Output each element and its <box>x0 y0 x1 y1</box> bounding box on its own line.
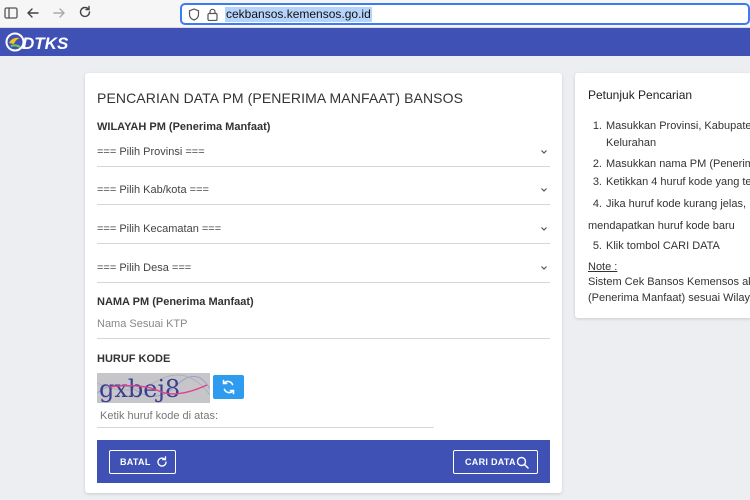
captcha-input[interactable]: Ketik huruf kode di atas: <box>97 406 434 428</box>
cancel-button[interactable]: BATAL <box>109 450 176 474</box>
list-item: 1. Masukkan Provinsi, Kabupate <box>592 120 750 132</box>
reset-icon <box>157 456 167 467</box>
refresh-captcha-button[interactable] <box>213 375 244 399</box>
captcha-image: gxbej8 <box>97 373 210 403</box>
browser-toolbar: cekbansos.kemensos.go.id <box>0 0 750 28</box>
captcha-input-placeholder: Ketik huruf kode di atas: <box>100 410 219 422</box>
province-select-value: === Pilih Provinsi === <box>97 146 205 158</box>
site-header: DTKS <box>0 28 750 56</box>
province-select[interactable]: === Pilih Provinsi === <box>97 141 550 167</box>
list-item: 4. Jika huruf kode kurang jelas, <box>592 198 747 210</box>
instructions-card: Petunjuk Pencarian 1. Masukkan Provinsi, … <box>575 73 750 318</box>
note-label: Note : <box>588 261 618 273</box>
refresh-icon <box>222 379 235 395</box>
chevron-down-icon <box>541 188 547 192</box>
action-bar: BATAL CARI DATA <box>97 440 550 483</box>
chevron-down-icon <box>541 227 547 231</box>
code-label: HURUF KODE <box>97 353 171 365</box>
region-label: WILAYAH PM (Penerima Manfaat) <box>97 121 271 133</box>
search-icon <box>516 456 529 469</box>
name-label: NAMA PM (Penerima Manfaat) <box>97 296 254 308</box>
regency-select[interactable]: === Pilih Kab/kota === <box>97 179 550 205</box>
chevron-down-icon <box>541 150 547 154</box>
lock-icon[interactable] <box>207 8 218 21</box>
shield-icon[interactable] <box>188 8 200 21</box>
chevron-down-icon <box>541 266 547 270</box>
village-select-value: === Pilih Desa === <box>97 262 192 274</box>
search-button[interactable]: CARI DATA <box>453 450 538 474</box>
regency-select-value: === Pilih Kab/kota === <box>97 184 209 196</box>
forward-arrow-icon[interactable] <box>50 5 68 23</box>
search-card: PENCARIAN DATA PM (PENERIMA MANFAAT) BAN… <box>85 73 562 493</box>
logo-text: DTKS <box>22 34 69 53</box>
name-input[interactable]: Nama Sesuai KTP <box>97 311 550 339</box>
dtks-logo[interactable]: DTKS <box>4 30 86 54</box>
list-item-continued: Kelurahan <box>606 137 657 149</box>
district-select-value: === Pilih Kecamatan === <box>97 223 222 235</box>
captcha-text: gxbej8 <box>99 375 180 403</box>
note-text: (Penerima Manfaat) sesuai Wilayah <box>588 292 750 304</box>
list-item-continued: mendapatkan huruf kode baru <box>588 220 735 232</box>
search-button-label: CARI DATA <box>465 457 516 467</box>
sidebar-icon[interactable] <box>2 5 20 23</box>
note-text: Sistem Cek Bansos Kemensos akan <box>588 276 750 288</box>
instructions-title: Petunjuk Pencarian <box>588 88 693 102</box>
list-item: 2. Masukkan nama PM (Penerim <box>592 158 750 170</box>
back-arrow-icon[interactable] <box>24 5 42 23</box>
name-input-placeholder: Nama Sesuai KTP <box>97 318 188 330</box>
address-bar[interactable]: cekbansos.kemensos.go.id <box>180 3 750 25</box>
page-title: PENCARIAN DATA PM (PENERIMA MANFAAT) BAN… <box>97 90 464 106</box>
url-text[interactable]: cekbansos.kemensos.go.id <box>225 7 372 22</box>
district-select[interactable]: === Pilih Kecamatan === <box>97 218 550 244</box>
list-item: 5. Klik tombol CARI DATA <box>592 240 720 252</box>
list-item: 3. Ketikkan 4 huruf kode yang te <box>592 176 750 188</box>
village-select[interactable]: === Pilih Desa === <box>97 257 550 283</box>
cancel-button-label: BATAL <box>120 457 151 467</box>
reload-icon[interactable] <box>76 5 94 23</box>
